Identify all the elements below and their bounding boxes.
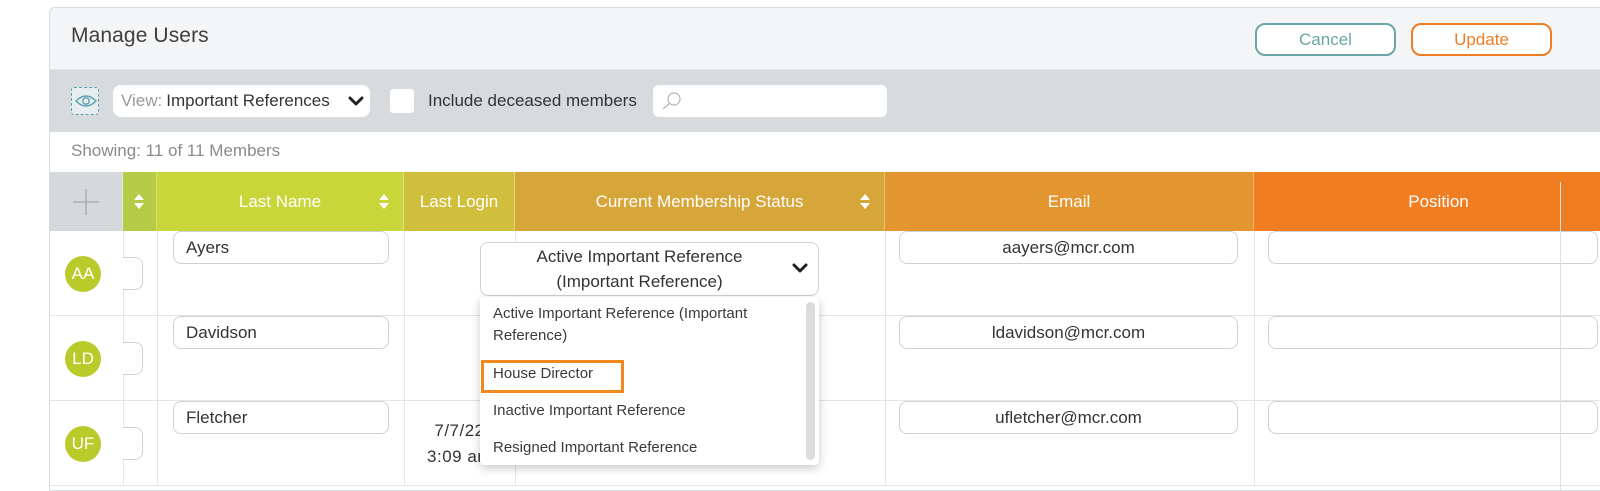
filter-toolbar: View: Important References Include deceas… [50, 70, 1600, 132]
manage-users-panel: Manage Users Cancel Update View: Importan… [49, 7, 1600, 491]
status-option[interactable]: Inactive Important Reference [493, 400, 793, 422]
table-row: LD Davidson ldavidson@mcr.com [50, 316, 1600, 401]
position-field[interactable] [1268, 401, 1598, 434]
column-header-position[interactable]: Position [1254, 172, 1600, 231]
status-dropdown-menu: Active Important Reference (Important Re… [480, 297, 819, 465]
showing-count: Showing: 11 of 11 Members [71, 141, 281, 160]
sort-icon [860, 194, 870, 209]
cancel-button[interactable]: Cancel [1255, 23, 1396, 56]
avatar: AA [65, 256, 101, 292]
position-field[interactable] [1268, 316, 1598, 349]
avatar: UF [65, 426, 101, 462]
table-row: UF Fletcher 7/7/22 3:09 am ufletcher@mcr.… [50, 401, 1600, 486]
chevron-down-icon [792, 263, 808, 273]
row-select[interactable] [123, 427, 143, 460]
status-option-house-director[interactable]: House Director [493, 363, 793, 385]
include-deceased-label: Include deceased members [428, 91, 637, 110]
last-name-field[interactable]: Ayers [173, 231, 389, 264]
view-select-label: View: [121, 91, 163, 110]
view-select[interactable]: View: Important References [113, 85, 370, 117]
select-column-header[interactable] [123, 172, 157, 231]
column-header-email[interactable]: Email [885, 172, 1254, 231]
avatar: LD [65, 341, 101, 377]
include-deceased-checkbox[interactable] [390, 89, 414, 113]
table-header: Last Name Last Login Current Membership … [50, 172, 1600, 231]
search-icon [662, 92, 681, 110]
view-select-value: Important References [166, 91, 330, 110]
column-header-status[interactable]: Current Membership Status [515, 172, 885, 231]
column-header-last-name[interactable]: Last Name [157, 172, 404, 231]
email-field[interactable]: ldavidson@mcr.com [899, 316, 1238, 349]
status-select-line2: (Important Reference) [556, 272, 723, 291]
email-field[interactable]: aayers@mcr.com [899, 231, 1238, 264]
last-name-field[interactable]: Fletcher [173, 401, 389, 434]
position-field[interactable] [1268, 231, 1598, 264]
dropdown-scrollbar[interactable] [806, 302, 815, 460]
search-input[interactable] [653, 85, 887, 117]
table-row: AA Ayers aayers@mcr.com [50, 231, 1600, 316]
update-button[interactable]: Update [1411, 23, 1552, 56]
plus-icon [73, 189, 99, 215]
email-field[interactable]: ufletcher@mcr.com [899, 401, 1238, 434]
chevron-down-icon [348, 96, 364, 106]
eye-icon [75, 95, 97, 107]
visibility-toggle[interactable] [71, 87, 99, 115]
page-title: Manage Users [71, 24, 209, 47]
membership-status-select[interactable]: Active Important Reference (Important Re… [480, 242, 819, 296]
column-header-last-login[interactable]: Last Login [404, 172, 515, 231]
sort-icon [379, 194, 389, 209]
panel-header: Manage Users Cancel Update [50, 8, 1600, 70]
status-select-line1: Active Important Reference [536, 247, 743, 266]
status-option[interactable]: Resigned Important Reference [493, 437, 793, 459]
table-scrollbar[interactable] [1560, 182, 1561, 490]
column-header-label: Current Membership Status [595, 192, 804, 211]
row-select[interactable] [123, 257, 143, 290]
row-select[interactable] [123, 342, 143, 375]
add-member-button[interactable] [50, 172, 123, 231]
sort-icon [134, 194, 144, 209]
last-name-field[interactable]: Davidson [173, 316, 389, 349]
column-header-label: Last Name [238, 192, 322, 211]
status-option[interactable]: Active Important Reference (Important Re… [493, 303, 793, 347]
